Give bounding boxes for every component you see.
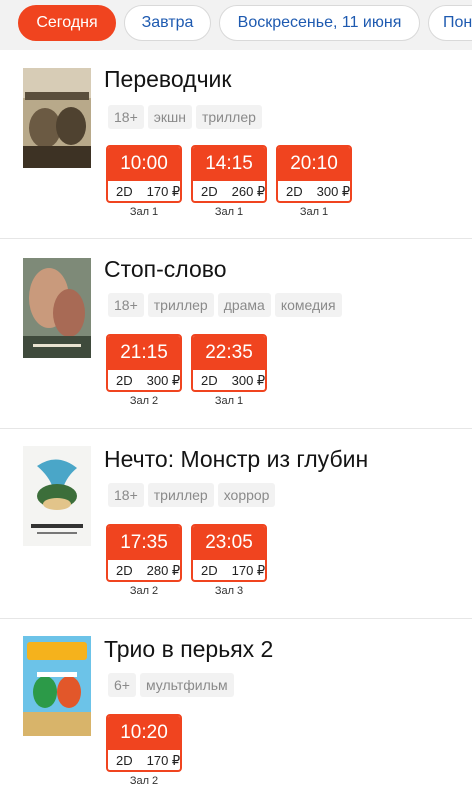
session-format: 2D xyxy=(286,184,303,199)
movie-card: Трио в перьях 2 6+ мультфильм 10:20 2D 170… xyxy=(0,620,472,800)
session-format: 2D xyxy=(201,184,218,199)
session-button[interactable]: 14:15 2D 260 ₽ xyxy=(191,145,267,203)
session-info: 2D 300 ₽ xyxy=(193,370,266,390)
session-time: 17:35 xyxy=(108,526,180,560)
session-info: 2D 170 ₽ xyxy=(108,750,181,770)
session-price: 170 ₽ xyxy=(146,184,181,199)
age-rating-tag: 18+ xyxy=(108,293,144,317)
session-format: 2D xyxy=(116,563,133,578)
movie-poster[interactable] xyxy=(23,68,91,168)
movie-title[interactable]: Стоп-слово xyxy=(104,256,227,283)
session-hall: Зал 1 xyxy=(129,206,159,218)
movie-card: Стоп-слово 18+ триллер драма комедия 21:15 … xyxy=(0,240,472,428)
session-price: 260 ₽ xyxy=(231,184,266,199)
session-hall: Зал 1 xyxy=(299,206,329,218)
session-info: 2D 170 ₽ xyxy=(108,181,181,201)
date-tab-sunday[interactable]: Воскресенье, 11 июня xyxy=(219,5,420,41)
date-tab-tomorrow[interactable]: Завтра xyxy=(124,5,211,41)
session-price: 170 ₽ xyxy=(231,563,266,578)
session-button[interactable]: 20:10 2D 300 ₽ xyxy=(276,145,352,203)
session-format: 2D xyxy=(201,373,218,388)
movie-title[interactable]: Нечто: Монстр из глубин xyxy=(104,446,368,473)
session-price: 300 ₽ xyxy=(316,184,351,199)
session-format: 2D xyxy=(201,563,218,578)
movie-title[interactable]: Переводчик xyxy=(104,66,231,93)
genre-tag: триллер xyxy=(147,293,214,317)
movie-title[interactable]: Трио в перьях 2 xyxy=(104,636,273,663)
divider xyxy=(0,428,472,429)
session-time: 14:15 xyxy=(193,147,265,181)
session-item: 14:15 2D 260 ₽ Зал 1 xyxy=(191,145,269,218)
session-button[interactable]: 21:15 2D 300 ₽ xyxy=(106,334,182,392)
genre-tag: драма xyxy=(217,293,271,317)
movie-poster[interactable] xyxy=(23,446,91,546)
session-format: 2D xyxy=(116,753,133,768)
genre-tag: комедия xyxy=(274,293,342,317)
movie-tags: 18+ триллер драма комедия xyxy=(108,293,346,317)
session-price: 170 ₽ xyxy=(146,753,181,768)
poster-image xyxy=(23,68,91,168)
movie-tags: 6+ мультфильм xyxy=(108,673,238,697)
session-hall: Зал 3 xyxy=(214,585,244,597)
session-hall: Зал 1 xyxy=(214,395,244,407)
session-hall: Зал 2 xyxy=(129,395,159,407)
session-button[interactable]: 10:20 2D 170 ₽ xyxy=(106,714,182,772)
session-item: 22:35 2D 300 ₽ Зал 1 xyxy=(191,334,269,407)
session-info: 2D 170 ₽ xyxy=(193,560,266,580)
date-tab-today[interactable]: Сегодня xyxy=(18,5,116,41)
session-time: 21:15 xyxy=(108,336,180,370)
movie-card: Нечто: Монстр из глубин 18+ триллер хоррор… xyxy=(0,430,472,618)
divider xyxy=(0,238,472,239)
poster-image xyxy=(23,446,91,546)
movie-tags: 18+ экшн триллер xyxy=(108,105,266,129)
session-hall: Зал 2 xyxy=(129,585,159,597)
genre-tag: экшн xyxy=(147,105,192,129)
session-hall: Зал 1 xyxy=(214,206,244,218)
session-time: 23:05 xyxy=(193,526,265,560)
session-time: 20:10 xyxy=(278,147,350,181)
session-hall: Зал 2 xyxy=(129,775,159,787)
poster-image xyxy=(23,258,91,358)
session-info: 2D 300 ₽ xyxy=(278,181,351,201)
session-button[interactable]: 17:35 2D 280 ₽ xyxy=(106,524,182,582)
session-item: 21:15 2D 300 ₽ Зал 2 xyxy=(106,334,184,407)
session-button[interactable]: 23:05 2D 170 ₽ xyxy=(191,524,267,582)
age-rating-tag: 6+ xyxy=(108,673,136,697)
genre-tag: хоррор xyxy=(217,483,276,507)
session-info: 2D 260 ₽ xyxy=(193,181,266,201)
session-info: 2D 300 ₽ xyxy=(108,370,181,390)
session-item: 17:35 2D 280 ₽ Зал 2 xyxy=(106,524,184,597)
movie-tags: 18+ триллер хоррор xyxy=(108,483,279,507)
session-price: 280 ₽ xyxy=(146,563,181,578)
session-format: 2D xyxy=(116,373,133,388)
session-time: 10:20 xyxy=(108,716,180,750)
session-item: 23:05 2D 170 ₽ Зал 3 xyxy=(191,524,269,597)
poster-image xyxy=(23,636,91,736)
movie-card: Переводчик 18+ экшн триллер 10:00 2D 170 ₽ … xyxy=(0,50,472,238)
session-item: 10:20 2D 170 ₽ Зал 2 xyxy=(106,714,184,787)
session-format: 2D xyxy=(116,184,133,199)
age-rating-tag: 18+ xyxy=(108,105,144,129)
date-tab-monday[interactable]: Пон xyxy=(428,5,472,41)
session-button[interactable]: 10:00 2D 170 ₽ xyxy=(106,145,182,203)
session-time: 22:35 xyxy=(193,336,265,370)
movie-poster[interactable] xyxy=(23,258,91,358)
date-tabs-bar: Сегодня Завтра Воскресенье, 11 июня Пон xyxy=(0,0,472,50)
session-item: 10:00 2D 170 ₽ Зал 1 xyxy=(106,145,184,218)
movie-poster[interactable] xyxy=(23,636,91,736)
session-price: 300 ₽ xyxy=(146,373,181,388)
genre-tag: мультфильм xyxy=(139,673,234,697)
session-time: 10:00 xyxy=(108,147,180,181)
session-item: 20:10 2D 300 ₽ Зал 1 xyxy=(276,145,354,218)
divider xyxy=(0,618,472,619)
genre-tag: триллер xyxy=(195,105,262,129)
session-info: 2D 280 ₽ xyxy=(108,560,181,580)
age-rating-tag: 18+ xyxy=(108,483,144,507)
session-price: 300 ₽ xyxy=(231,373,266,388)
genre-tag: триллер xyxy=(147,483,214,507)
session-button[interactable]: 22:35 2D 300 ₽ xyxy=(191,334,267,392)
